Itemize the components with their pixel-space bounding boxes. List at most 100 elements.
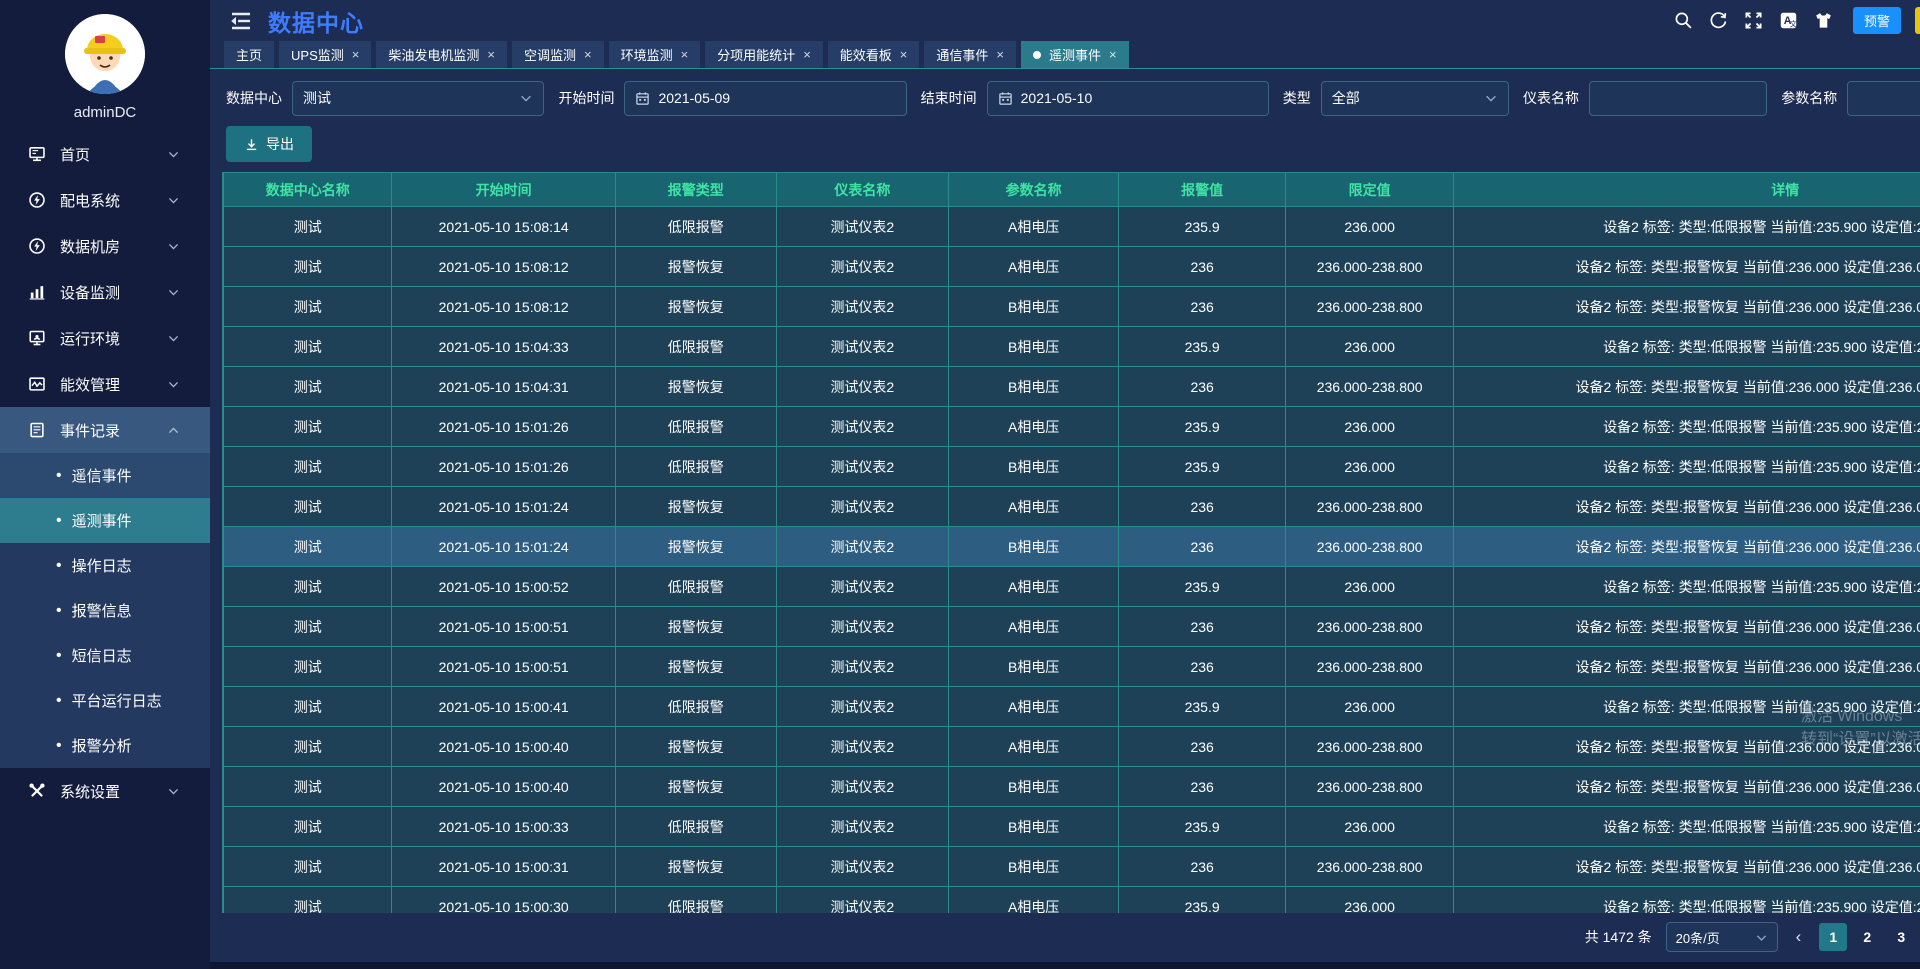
table-cell: 设备2 标签: 类型:低限报警 当前值:235.900 设定值:236.000 — [1454, 407, 1920, 447]
tab-close-icon[interactable]: × — [1109, 47, 1117, 62]
tab-8[interactable]: 遥测事件× — [1021, 41, 1129, 68]
sidebar-item-0[interactable]: 首页 — [0, 131, 210, 177]
sidebar-subitem-9[interactable]: 操作日志 — [0, 543, 210, 588]
tab-7[interactable]: 通信事件 × — [924, 41, 1016, 68]
table-row-4[interactable]: 测试2021-05-10 15:04:31报警恢复测试仪表2B相电压236236… — [224, 367, 1920, 407]
table-row-17[interactable]: 测试2021-05-10 15:00:30低限报警测试仪表2A相电压235.92… — [224, 887, 1920, 914]
alarm-button-0[interactable]: 预警 — [1853, 7, 1901, 34]
type-select-value: 全部 — [1332, 88, 1360, 108]
table-row-8[interactable]: 测试2021-05-10 15:01:24报警恢复测试仪表2B相电压236236… — [224, 527, 1920, 567]
sidebar-item-4[interactable]: 运行环境 — [0, 315, 210, 361]
table-row-11[interactable]: 测试2021-05-10 15:00:51报警恢复测试仪表2B相电压236236… — [224, 647, 1920, 687]
search-icon[interactable] — [1674, 11, 1693, 30]
refresh-icon[interactable] — [1709, 11, 1728, 30]
sidebar-subitem-10[interactable]: 报警信息 — [0, 588, 210, 633]
table-cell: 236.000-238.800 — [1285, 767, 1453, 807]
translate-icon[interactable]: A文 — [1779, 11, 1798, 30]
table-row-9[interactable]: 测试2021-05-10 15:00:52低限报警测试仪表2A相电压235.92… — [224, 567, 1920, 607]
table-row-15[interactable]: 测试2021-05-10 15:00:33低限报警测试仪表2B相电压235.92… — [224, 807, 1920, 847]
tab-close-icon[interactable]: × — [996, 47, 1004, 62]
table-cell: B相电压 — [948, 847, 1118, 887]
table-cell: 测试 — [224, 207, 392, 247]
table-row-5[interactable]: 测试2021-05-10 15:01:26低限报警测试仪表2A相电压235.92… — [224, 407, 1920, 447]
table-row-3[interactable]: 测试2021-05-10 15:04:33低限报警测试仪表2B相电压235.92… — [224, 327, 1920, 367]
sidebar-item-2[interactable]: 数据机房 — [0, 223, 210, 269]
export-button[interactable]: 导出 — [226, 126, 312, 162]
table-cell: 测试 — [224, 767, 392, 807]
collapse-menu-icon[interactable] — [230, 11, 252, 31]
table-row-0[interactable]: 测试2021-05-10 15:08:14低限报警测试仪表2A相电压235.92… — [224, 207, 1920, 247]
table-cell: 测试仪表2 — [776, 367, 948, 407]
table-row-2[interactable]: 测试2021-05-10 15:08:12报警恢复测试仪表2B相电压236236… — [224, 287, 1920, 327]
table-cell: 测试仪表2 — [776, 847, 948, 887]
page-button-1[interactable]: 1 — [1819, 923, 1847, 951]
sidebar-subitem-11[interactable]: 短信日志 — [0, 633, 210, 678]
chart-icon — [28, 283, 46, 301]
prev-page-button[interactable]: ‹ — [1792, 927, 1806, 947]
table-row-7[interactable]: 测试2021-05-10 15:01:24报警恢复测试仪表2A相电压236236… — [224, 487, 1920, 527]
sidebar-subitem-7[interactable]: 遥信事件 — [0, 453, 210, 498]
start-date-input[interactable]: 2021-05-09 — [624, 81, 906, 116]
tab-4[interactable]: 环境监测 × — [609, 41, 701, 68]
sidebar-item-1[interactable]: 配电系统 — [0, 177, 210, 223]
sidebar-nav: 首页配电系统数据机房设备监测运行环境能效管理事件记录遥信事件遥测事件操作日志报警… — [0, 131, 210, 814]
sidebar-item-5[interactable]: 能效管理 — [0, 361, 210, 407]
table-cell: 2021-05-10 15:01:26 — [392, 407, 615, 447]
alarm-buttons: 预警一般99+重要99+紧急 — [1853, 7, 1920, 34]
table-cell: 测试仪表2 — [776, 767, 948, 807]
tab-bar: 主页UPS监测×柴油发电机监测×空调监测×环境监测×分项用能统计×能效看板×通信… — [210, 41, 1920, 69]
table-cell: 报警恢复 — [615, 367, 776, 407]
tab-close-icon[interactable]: × — [584, 47, 592, 62]
active-dot-icon — [1033, 51, 1041, 59]
table-cell: 测试仪表2 — [776, 647, 948, 687]
tab-0[interactable]: 主页 — [224, 41, 274, 68]
tab-close-icon[interactable]: × — [900, 47, 908, 62]
alarm-button-1[interactable]: 一般99+ — [1915, 7, 1920, 34]
sidebar-item-14[interactable]: 系统设置 — [0, 768, 210, 814]
tab-close-icon[interactable]: × — [681, 47, 689, 62]
tab-label: UPS监测 — [291, 45, 344, 64]
end-date-input[interactable]: 2021-05-10 — [987, 81, 1269, 116]
tab-6[interactable]: 能效看板× — [828, 41, 920, 68]
type-select[interactable]: 全部 — [1321, 81, 1509, 116]
page-button-3[interactable]: 3 — [1887, 923, 1915, 951]
sidebar-item-3[interactable]: 设备监测 — [0, 269, 210, 315]
tab-5[interactable]: 分项用能统计× — [705, 41, 823, 68]
table-cell: 2021-05-10 15:00:52 — [392, 567, 615, 607]
sidebar-subitem-13[interactable]: 报警分析 — [0, 723, 210, 768]
table-cell: 236.000-238.800 — [1285, 287, 1453, 327]
tab-1[interactable]: UPS监测 × — [279, 41, 371, 68]
table-row-6[interactable]: 测试2021-05-10 15:01:26低限报警测试仪表2B相电压235.92… — [224, 447, 1920, 487]
tab-close-icon[interactable]: × — [487, 47, 495, 62]
table-row-16[interactable]: 测试2021-05-10 15:00:31报警恢复测试仪表2B相电压236236… — [224, 847, 1920, 887]
table-row-14[interactable]: 测试2021-05-10 15:00:40报警恢复测试仪表2B相电压236236… — [224, 767, 1920, 807]
dc-select[interactable]: 测试 — [292, 81, 544, 116]
calendar-icon — [635, 91, 650, 106]
fullscreen-icon[interactable] — [1744, 11, 1763, 30]
sidebar-item-6[interactable]: 事件记录 — [0, 407, 210, 453]
meter-name-input[interactable] — [1600, 90, 1756, 106]
type-label: 类型 — [1283, 88, 1311, 108]
sidebar-subitem-8[interactable]: 遥测事件 — [0, 498, 210, 543]
tab-2[interactable]: 柴油发电机监测× — [376, 41, 507, 68]
page-size-select[interactable]: 20条/页 — [1666, 922, 1778, 952]
avatar[interactable] — [65, 14, 145, 94]
table-row-13[interactable]: 测试2021-05-10 15:00:40报警恢复测试仪表2A相电压236236… — [224, 727, 1920, 767]
table-cell: 235.9 — [1119, 207, 1286, 247]
table-cell: 236.000-238.800 — [1285, 367, 1453, 407]
table-row-1[interactable]: 测试2021-05-10 15:08:12报警恢复测试仪表2A相电压236236… — [224, 247, 1920, 287]
table-row-10[interactable]: 测试2021-05-10 15:00:51报警恢复测试仪表2A相电压236236… — [224, 607, 1920, 647]
tab-close-icon[interactable]: × — [352, 47, 360, 62]
table-cell: 设备2 标签: 类型:低限报警 当前值:235.900 设定值:236.000 — [1454, 447, 1920, 487]
table-cell: 236.000-238.800 — [1285, 247, 1453, 287]
theme-icon[interactable] — [1814, 11, 1833, 30]
tab-3[interactable]: 空调监测× — [512, 41, 604, 68]
page-button-2[interactable]: 2 — [1853, 923, 1881, 951]
tab-label: 通信事件 — [936, 45, 988, 64]
sidebar-subitem-12[interactable]: 平台运行日志 — [0, 678, 210, 723]
table-cell: 测试仪表2 — [776, 687, 948, 727]
tab-label: 环境监测 — [621, 45, 673, 64]
tab-close-icon[interactable]: × — [803, 47, 811, 62]
table-row-12[interactable]: 测试2021-05-10 15:00:41低限报警测试仪表2A相电压235.92… — [224, 687, 1920, 727]
param-name-input[interactable] — [1858, 90, 1920, 106]
